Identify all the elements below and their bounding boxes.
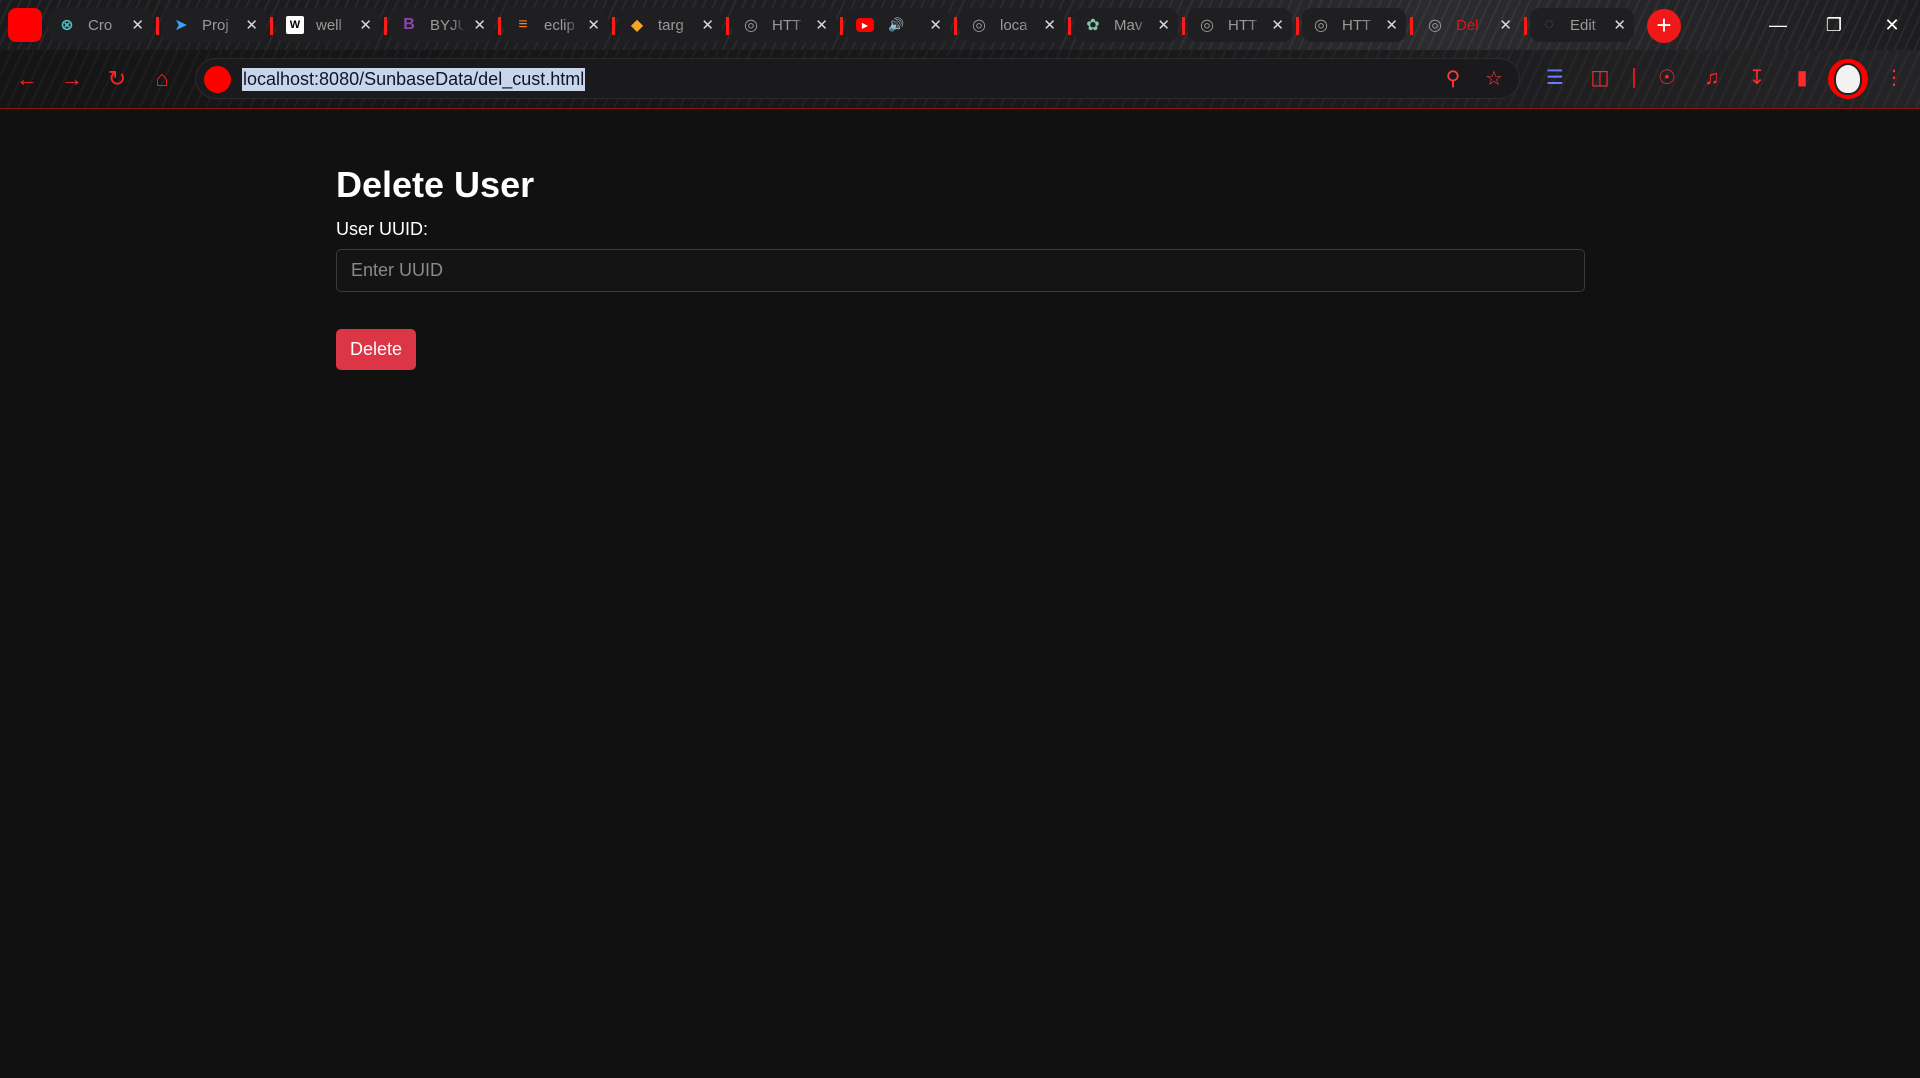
chatgpt-icon: ✿ — [1086, 17, 1100, 34]
browser-toolbar: ← → ↻ ⌂ localhost:8080/SunbaseData/del_c… — [0, 50, 1920, 109]
uuid-input[interactable] — [336, 249, 1585, 292]
tab-title: Edit — [1570, 16, 1596, 34]
tab-close-icon[interactable]: ✕ — [245, 18, 258, 33]
media-icon[interactable]: ♫ — [1698, 64, 1726, 92]
tab-close-icon[interactable]: ✕ — [701, 18, 714, 33]
url-text[interactable]: localhost:8080/SunbaseData/del_cust.html — [242, 68, 586, 91]
home-icon[interactable]: ⌂ — [147, 64, 177, 94]
back-arrow-icon[interactable]: ← — [12, 64, 42, 94]
tab-close-icon[interactable]: ✕ — [131, 18, 144, 33]
loading-icon: ◌ — [1544, 16, 1554, 33]
browser-tab[interactable]: ◎ HTT ✕ — [732, 8, 843, 42]
browser-tab[interactable]: ◎ HTT ✕ — [1188, 8, 1299, 42]
browser-tab[interactable]: ▶ 🔊 ✕ — [846, 8, 957, 42]
tab-title: loca — [1000, 16, 1028, 34]
side-panel-icon[interactable]: ▮ — [1788, 64, 1816, 92]
tab-close-icon[interactable]: ✕ — [815, 18, 828, 33]
youtube-icon: ▶ — [856, 18, 874, 32]
bird-icon: ➤ — [174, 17, 188, 34]
bookmark-star-icon[interactable]: ☆ — [1481, 66, 1507, 92]
tab-title: HTT — [1342, 16, 1372, 34]
page-title: Delete User — [336, 164, 535, 205]
brave-icon: ◆ — [630, 17, 644, 34]
tab-title: Del — [1456, 16, 1479, 34]
close-window-icon[interactable]: ✕ — [1864, 0, 1920, 50]
delete-user-form: Delete User User UUID: Delete — [336, 164, 1585, 370]
tab-close-icon[interactable]: ✕ — [1385, 18, 1398, 33]
browser-tab[interactable]: B BYJU ✕ — [390, 8, 501, 42]
browser-tab[interactable]: ◆ targ ✕ — [618, 8, 729, 42]
globe-icon: ◎ — [972, 17, 986, 34]
browser-tab[interactable]: ⊗ Cro ✕ — [48, 8, 159, 42]
tab-title: HTT — [772, 16, 802, 34]
uuid-label: User UUID: — [336, 219, 429, 239]
tab-close-icon[interactable]: ✕ — [587, 18, 600, 33]
tab-title: HTT — [1228, 16, 1258, 34]
tab-title: eclip — [544, 16, 575, 34]
audio-playing-icon[interactable]: 🔊 — [888, 17, 924, 33]
tab-title: well — [316, 16, 342, 34]
tab-title: BYJU — [430, 16, 466, 34]
more-menu-icon[interactable]: ⋮ — [1880, 64, 1908, 92]
profile-avatar[interactable] — [1828, 59, 1868, 99]
tab-close-icon[interactable]: ✕ — [359, 18, 372, 33]
tab-close-icon[interactable]: ✕ — [1043, 18, 1056, 33]
tab-title: Mav — [1114, 16, 1143, 34]
avatar-face-icon — [1834, 63, 1862, 95]
forward-arrow-icon[interactable]: → — [57, 64, 87, 94]
globe-icon: ◎ — [1428, 17, 1442, 34]
browser-tab[interactable]: ◎ HTT ✕ — [1302, 8, 1413, 42]
browser-tab[interactable]: ◌ Edit ✕ — [1530, 8, 1634, 42]
browser-tab[interactable]: ✿ Mav ✕ — [1074, 8, 1185, 42]
reload-icon[interactable]: ↻ — [102, 64, 132, 94]
tab-close-icon[interactable]: ✕ — [1499, 18, 1512, 33]
w-square-icon: W — [286, 16, 304, 34]
browser-tab[interactable]: ≡ eclip ✕ — [504, 8, 615, 42]
reading-list-icon[interactable]: ☰ — [1541, 64, 1569, 92]
site-info-icon[interactable] — [204, 66, 231, 93]
vpn-icon[interactable]: ☉ — [1653, 64, 1681, 92]
stack-icon: ≡ — [518, 16, 528, 33]
tab-close-icon[interactable]: ✕ — [1613, 18, 1626, 33]
tab-title: targ — [658, 16, 684, 34]
page-viewport: Delete User User UUID: Delete — [0, 109, 1920, 1078]
browser-menu-logo-icon[interactable] — [8, 8, 42, 42]
tab-close-icon[interactable]: ✕ — [1271, 18, 1284, 33]
new-tab-button[interactable]: + — [1647, 9, 1681, 43]
globe-icon: ◎ — [744, 17, 758, 34]
b-logo-icon: B — [403, 16, 415, 33]
browser-tab[interactable]: Wwell ✕ — [276, 8, 387, 42]
minimize-icon[interactable]: — — [1750, 0, 1806, 50]
download-icon[interactable]: ↧ — [1743, 64, 1771, 92]
toolbar-divider — [1633, 68, 1635, 88]
tab-close-icon[interactable]: ✕ — [929, 18, 942, 33]
browser-tab[interactable]: ➤ Proj ✕ — [162, 8, 273, 42]
tab-title: Proj — [202, 16, 229, 34]
tab-list: ⊗ Cro ✕ ➤ Proj ✕ Wwell ✕ B BYJU ✕ ≡ eclip ✕ ◆ targ ✕ ◎ HTT… — [48, 4, 1644, 46]
tab-strip: ⊗ Cro ✕ ➤ Proj ✕ Wwell ✕ B BYJU ✕ ≡ eclip ✕ ◆ targ ✕ ◎ HTT… — [0, 0, 1920, 50]
zoom-icon[interactable]: ⚲ — [1440, 66, 1466, 92]
extensions-icon[interactable]: ◫ — [1586, 64, 1614, 92]
globe-icon: ◎ — [1314, 17, 1328, 34]
crossed-circle-icon: ⊗ — [60, 17, 74, 34]
tab-title: Cro — [88, 16, 113, 34]
address-bar[interactable]: localhost:8080/SunbaseData/del_cust.html… — [195, 58, 1520, 99]
tab-close-icon[interactable]: ✕ — [473, 18, 486, 33]
globe-icon: ◎ — [1200, 17, 1214, 34]
browser-tab[interactable]: ◎ loca ✕ — [960, 8, 1071, 42]
restore-icon[interactable]: ❐ — [1806, 0, 1862, 50]
delete-button[interactable]: Delete — [336, 329, 416, 370]
tab-close-icon[interactable]: ✕ — [1157, 18, 1170, 33]
browser-tab[interactable]: ◎ Del ✕ — [1416, 8, 1527, 42]
